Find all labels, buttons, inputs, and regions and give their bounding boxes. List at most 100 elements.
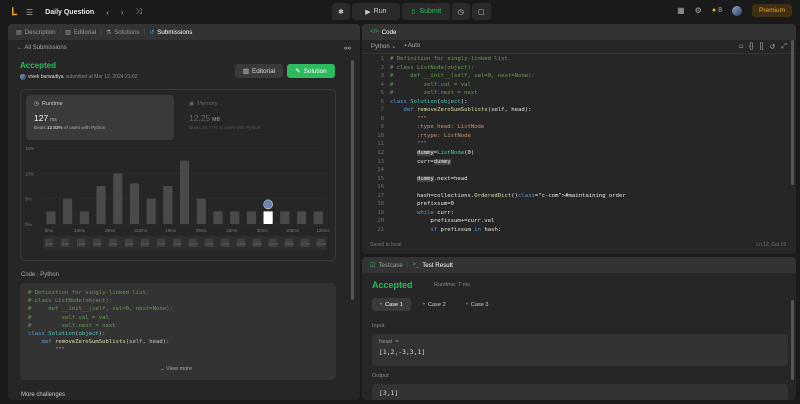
view-more-button[interactable]: ⌄ View more (160, 366, 192, 372)
runtime-value: 127 (34, 113, 49, 123)
next-problem-icon[interactable]: › (121, 8, 124, 17)
chart-bar (146, 198, 156, 224)
fullscreen-icon[interactable]: ⤢ (781, 43, 787, 51)
result-scrollbar[interactable] (791, 300, 794, 380)
chevron-down-icon: ⌄ (391, 44, 397, 50)
line-number: 4 (380, 81, 384, 88)
debug-button[interactable]: ✱ (332, 3, 350, 20)
clock-icon: ◷ (34, 101, 39, 107)
line-number: 17 (377, 192, 384, 199)
line-number: 20 (377, 218, 384, 225)
mode-label: Auto (407, 43, 421, 49)
view-more-label: View more (166, 366, 193, 372)
editor-line: # Definition for singly-linked list. (390, 56, 512, 62)
streak-counter[interactable]: ● 8 (712, 7, 722, 14)
code-line: # self.next = next (28, 322, 116, 329)
braces-icon[interactable]: {} (749, 43, 754, 51)
tab-submissions[interactable]: ↺ Submissions (149, 29, 192, 36)
bookmark-icon[interactable]: ⌑ (739, 43, 743, 51)
x-tick-label: 29ms (105, 228, 117, 233)
runtime-unit: ms (50, 117, 57, 123)
language-label: Python (371, 44, 390, 50)
tab-label: Editorial (73, 28, 97, 36)
all-submissions-link[interactable]: ← All Submissions (17, 45, 67, 51)
tab-solutions[interactable]: ⚗ Solutions (106, 29, 140, 36)
brackets-icon[interactable]: [] (760, 43, 764, 51)
prev-problem-icon[interactable]: ‹ (106, 8, 109, 17)
tab-label: Solutions (114, 28, 140, 36)
memory-beats: 30.77% (202, 125, 218, 130)
line-number: 15 (377, 175, 384, 182)
share-link-icon[interactable]: ⚯ (344, 44, 351, 53)
left-scrollbar[interactable] (351, 60, 354, 300)
x-tick-label: 123ms (134, 228, 148, 233)
reset-icon[interactable]: ↺ (770, 43, 776, 51)
timer-button[interactable]: ◷ (451, 3, 470, 20)
problem-list-icon[interactable]: ☰ (26, 8, 33, 17)
user-marker-avatar (263, 199, 273, 210)
line-number: 5 (380, 90, 384, 97)
code-editor[interactable]: 1 2 3 4 5 6 7 8 9 10 11 12 13 14 15 16 17 18 19 20 21 # Defi… (362, 55, 796, 254)
editor-scrollbar[interactable] (791, 40, 794, 185)
code-label: Code (21, 272, 36, 278)
test-runtime: Runtime: 7 ms (434, 282, 471, 288)
chart-bar (213, 211, 223, 224)
tab-test-result[interactable]: >_ Test Result (412, 262, 452, 269)
tab-description[interactable]: ▤ Description (16, 29, 56, 36)
chart-bar (246, 211, 256, 224)
alarm-icon: ◷ (457, 8, 464, 16)
case-tab-2[interactable]: • Case 2 (415, 298, 454, 311)
leetcode-logo[interactable]: ᒪ (8, 6, 20, 18)
submitter-name[interactable]: vivek barwadiya (28, 74, 64, 80)
submit-button[interactable]: ⇧ Submit (401, 3, 450, 20)
solution-label: Solution (303, 67, 327, 75)
run-button[interactable]: ▶ Run (351, 3, 400, 20)
fire-icon: ● (711, 7, 717, 14)
user-avatar[interactable] (731, 5, 742, 16)
navigator-label: 123ms (236, 242, 246, 246)
case-tab-1[interactable]: • Case 1 (372, 298, 411, 311)
solution-button[interactable]: ✎ Solution (287, 64, 335, 78)
chart-bar (163, 186, 173, 224)
tab-label: Testcase (378, 261, 403, 269)
label-divider: | (37, 272, 39, 278)
pass-dot-icon: • (422, 301, 425, 308)
auto-mode[interactable]: ▪ Auto (404, 43, 420, 50)
case-tab-3[interactable]: • Case 3 (458, 298, 497, 311)
output-label: Output (372, 373, 389, 379)
premium-button[interactable]: Premium (751, 4, 792, 17)
tab-label: Test Result (422, 261, 453, 269)
notes-button[interactable]: ▢ (471, 3, 491, 20)
test-tabs: ☑ Testcase | >_ Test Result (362, 257, 796, 273)
x-tick-label: 19ms (74, 228, 86, 233)
case-tabs: • Case 1 • Case 2 • Case 3 (372, 298, 497, 311)
editor-line: prefixsum+=curr.val (390, 218, 495, 225)
language-select[interactable]: Python ⌄ (371, 43, 396, 50)
left-tabs: ▤ Description | ▥ Editorial | ⚗ Solutions |… (8, 24, 360, 40)
runtime-distribution-chart[interactable]: 15% 10% 5% 0% 9ms 19ms 29ms 123ms 18ms 29ms 28ms 30… (21, 142, 335, 264)
tab-testcase[interactable]: ☑ Testcase (370, 262, 403, 269)
back-label: All Submissions (24, 45, 67, 51)
settings-icon[interactable]: ⚙ (695, 6, 702, 15)
navigator-label: 117ms (204, 242, 214, 246)
editorial-button[interactable]: ▥ Editorial (235, 64, 283, 78)
case-label: Case 3 (470, 301, 489, 308)
navigator-label: 18ms (77, 242, 86, 246)
editor-line: # class ListNode(object): (390, 64, 475, 71)
tab-editorial[interactable]: ▥ Editorial (65, 29, 96, 36)
problem-list-title[interactable]: Daily Question (45, 9, 94, 16)
runtime-card[interactable]: ◷ Runtime 127 ms Beats 12.82% of users wit… (26, 95, 174, 140)
line-number: 14 (377, 167, 384, 174)
chart-bar (263, 211, 273, 224)
code-line: # Definition for singly-linked list. (28, 290, 150, 296)
line-number: 19 (377, 209, 384, 216)
memory-card[interactable]: ▣ Memory 12.25 MB Beats 30.77% of users wi… (181, 95, 329, 140)
book-icon: ▥ (242, 68, 249, 75)
code-line: # def __init__(self, val=0, next=None): (28, 306, 173, 313)
code-line: def removeZeroSumSublists(self, head): (41, 339, 170, 346)
tab-code[interactable]: </> Code (370, 29, 396, 36)
editor-line: :rtype: ListNode (390, 132, 471, 139)
layout-icon[interactable]: ▦ (677, 6, 685, 15)
shuffle-icon[interactable]: ⤨ (136, 7, 142, 17)
